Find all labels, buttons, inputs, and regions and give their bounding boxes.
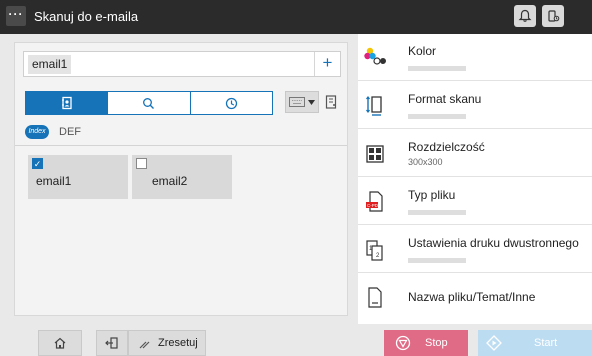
scan-size-icon <box>366 96 382 116</box>
setting-value <box>408 114 466 119</box>
setting-label: Nazwa pliku/Temat/Inne <box>408 290 536 304</box>
reset-label: Zresetuj <box>158 337 198 349</box>
page-title: Skanuj do e-maila <box>34 9 139 24</box>
reset-button[interactable]: Zresetuj <box>128 330 206 356</box>
setting-filename[interactable]: Nazwa pliku/Temat/Inne <box>358 274 592 321</box>
clock-history-icon <box>225 97 237 109</box>
address-book-register-button[interactable] <box>321 91 341 113</box>
destination-panel: email1 + Index DEF ✓ email1 email2 <box>14 42 348 316</box>
home-button[interactable] <box>38 330 82 356</box>
setting-label: Rozdzielczość <box>408 140 485 154</box>
address-field[interactable]: email1 + <box>23 51 341 77</box>
stop-button[interactable]: Stop <box>384 330 468 356</box>
file-name-icon <box>368 287 382 308</box>
bell-button[interactable] <box>514 5 536 27</box>
setting-file-type[interactable]: C-PDF Typ pliku <box>358 178 592 225</box>
search-mode-tabs <box>25 91 273 115</box>
setting-value <box>408 210 466 215</box>
setting-label: Format skanu <box>408 92 482 106</box>
tab-search[interactable] <box>108 92 191 114</box>
setting-label: Kolor <box>408 44 437 58</box>
check-icon[interactable]: ✓ <box>32 158 43 169</box>
tab-address-book[interactable] <box>26 92 109 114</box>
destination-card-email2[interactable]: email2 <box>132 155 232 199</box>
top-bar: ··· Skanuj do e-maila <box>0 0 592 34</box>
chevron-down-icon <box>308 99 315 105</box>
setting-value: 300x300 <box>408 157 443 167</box>
destination-card-email1[interactable]: ✓ email1 <box>28 155 128 199</box>
search-icon <box>143 97 155 109</box>
svg-text:C-PDF: C-PDF <box>367 203 381 208</box>
setting-scan-size[interactable]: Format skanu <box>358 82 592 129</box>
address-chip[interactable]: email1 <box>28 55 72 74</box>
address-book-register-icon <box>325 95 337 109</box>
add-destination-button[interactable]: + <box>314 52 340 76</box>
setting-label: Ustawienia druku dwustronnego <box>408 236 579 250</box>
setting-value <box>408 258 466 263</box>
device-status-button[interactable] <box>542 5 564 27</box>
divider <box>15 145 347 146</box>
settings-panel: Kolor Format skanu Rozdzielczość 300x300 <box>358 34 592 324</box>
setting-color[interactable]: Kolor <box>358 34 592 81</box>
tab-history[interactable] <box>191 92 272 114</box>
bell-icon <box>518 9 532 22</box>
setting-resolution[interactable]: Rozdzielczość 300x300 <box>358 130 592 177</box>
setting-value <box>408 66 466 71</box>
index-badge[interactable]: Index <box>25 125 49 139</box>
home-icon <box>54 337 66 349</box>
setting-duplex[interactable]: 1 2 Ustawienia druku dwustronnego <box>358 226 592 273</box>
logout-icon <box>105 337 118 349</box>
color-icon <box>364 47 386 65</box>
index-label[interactable]: DEF <box>59 126 81 138</box>
stop-label: Stop <box>425 337 448 349</box>
checkbox[interactable] <box>136 158 147 169</box>
reset-icon <box>139 341 150 348</box>
setting-label: Typ pliku <box>408 188 456 202</box>
address-book-icon <box>61 96 72 110</box>
logout-button[interactable] <box>96 330 128 356</box>
stop-icon <box>395 335 411 351</box>
start-label: Start <box>534 337 558 349</box>
duplex-icon: 1 2 <box>366 240 383 261</box>
destination-name: email1 <box>36 174 72 188</box>
phone-device-icon <box>548 10 560 22</box>
index-row: Index DEF <box>25 125 81 139</box>
file-type-icon: C-PDF <box>366 191 383 212</box>
start-icon <box>486 335 502 351</box>
keyboard-icon <box>289 97 305 107</box>
destination-name: email2 <box>152 174 188 188</box>
start-button[interactable]: Start <box>478 330 592 356</box>
bottom-bar: Zresetuj Stop Start <box>0 326 592 356</box>
menu-button[interactable]: ··· <box>6 6 26 26</box>
resolution-icon <box>366 145 384 163</box>
keyboard-dropdown-button[interactable] <box>285 91 319 113</box>
